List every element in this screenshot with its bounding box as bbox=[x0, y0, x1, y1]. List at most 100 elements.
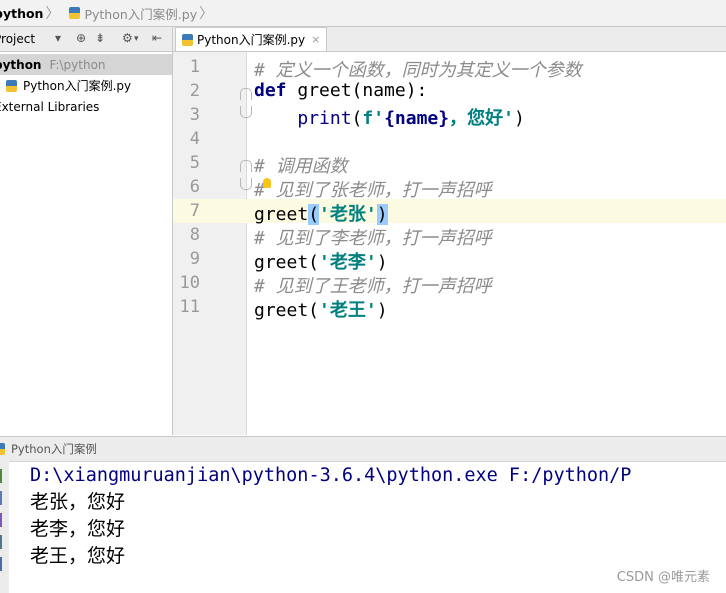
code-token: # 调用函数 bbox=[254, 156, 348, 177]
fold-marker-icon[interactable] bbox=[240, 160, 252, 172]
run-config-label[interactable]: Python入门案例 bbox=[11, 441, 97, 457]
chevron-right-icon: 〉 bbox=[199, 6, 214, 22]
gear-icon[interactable]: ⚙ bbox=[122, 31, 133, 45]
code-token: {name} bbox=[384, 108, 450, 129]
line-number: 8 bbox=[189, 225, 200, 245]
gear-dropdown-icon[interactable]: ▾ bbox=[134, 34, 139, 44]
code-token: '老李' bbox=[319, 252, 377, 273]
code-line[interactable]: 8 # 见到了李老师，打一声招呼 bbox=[173, 223, 726, 249]
editor-tab-bar: Python入门案例.py × bbox=[173, 27, 726, 52]
line-number: 1 bbox=[189, 57, 200, 77]
breadcrumb-item-file[interactable]: Python入门案例.py 〉 bbox=[69, 0, 223, 26]
code-text: def greet(name): bbox=[254, 80, 427, 101]
code-token: ，您好' bbox=[449, 108, 514, 129]
tab-python-file[interactable]: Python入门案例.py × bbox=[175, 27, 328, 51]
line-number: 6 bbox=[189, 177, 200, 197]
run-toolbar bbox=[0, 461, 9, 593]
fold-marker-icon[interactable] bbox=[240, 178, 252, 190]
tree-item-external-libraries[interactable]: External Libraries bbox=[0, 96, 172, 117]
code-line[interactable]: 7 greet('老张') bbox=[173, 199, 726, 225]
console-output-line: 老张，您好 bbox=[30, 491, 126, 513]
line-number: 9 bbox=[189, 249, 200, 269]
print-icon[interactable] bbox=[0, 535, 10, 549]
collapse-all-icon[interactable]: ⇟ bbox=[95, 31, 105, 45]
code-line[interactable]: 1 # 定义一个函数，同时为其定义一个参数 bbox=[173, 55, 726, 81]
code-text: greet('老王') bbox=[254, 296, 388, 322]
chevron-right-icon: 〉 bbox=[45, 6, 60, 22]
code-line[interactable]: 9 greet('老李') bbox=[173, 247, 726, 273]
code-token: # 见到了李老师，打一声招呼 bbox=[254, 228, 492, 249]
code-token: print bbox=[297, 108, 352, 129]
line-number: 11 bbox=[179, 297, 200, 317]
code-token: def bbox=[254, 80, 287, 101]
code-line[interactable]: 10 # 见到了王老师，打一声招呼 bbox=[173, 271, 726, 297]
run-tool-window-header: Python入门案例 bbox=[0, 436, 726, 462]
code-line[interactable]: 11 greet('老王') bbox=[173, 295, 726, 322]
code-token: '老王' bbox=[319, 300, 377, 321]
code-token: ( bbox=[351, 108, 363, 129]
code-token: '老张' bbox=[319, 204, 377, 225]
line-number: 2 bbox=[189, 81, 200, 101]
code-line[interactable]: 6 # 见到了张老师，打一声招呼 bbox=[173, 175, 726, 201]
breadcrumb-file-label: Python入门案例.py bbox=[84, 6, 198, 22]
project-root-path: F:\python bbox=[49, 57, 106, 72]
code-token: # 见到了张老师，打一声招呼 bbox=[254, 180, 492, 201]
tab-label: Python入门案例.py bbox=[197, 33, 306, 47]
code-token: ) bbox=[513, 108, 525, 129]
tree-external-label: External Libraries bbox=[0, 99, 100, 114]
console-output-line: 老李，您好 bbox=[30, 518, 126, 540]
line-number: 10 bbox=[179, 273, 200, 293]
code-token: ( bbox=[308, 204, 320, 225]
code-line[interactable]: 5 # 调用函数 bbox=[173, 151, 726, 177]
tree-file-label: Python入门案例.py bbox=[23, 79, 132, 93]
rerun-icon[interactable] bbox=[0, 469, 10, 483]
code-token: # 见到了王老师，打一声招呼 bbox=[254, 276, 492, 297]
code-token: f' bbox=[362, 108, 385, 129]
breadcrumb-item-project[interactable]: python 〉 bbox=[0, 0, 69, 26]
code-token: greet( bbox=[254, 300, 320, 321]
fold-marker-icon[interactable] bbox=[240, 88, 252, 100]
tree-item-project-root[interactable]: python F:\python bbox=[0, 54, 172, 75]
project-tree: python F:\python Python入门案例.py External … bbox=[0, 52, 172, 117]
code-token: ) bbox=[376, 204, 388, 225]
breadcrumb-project-label: python bbox=[0, 5, 44, 21]
project-toolbar: Project ▾ ⊕ ⇟ ⚙ ▾ ⇤ bbox=[0, 27, 172, 52]
code-line[interactable]: 2 def greet(name): bbox=[173, 79, 726, 103]
close-icon[interactable]: × bbox=[311, 33, 320, 46]
code-editor: Python入门案例.py × 1 # 定义一个函数，同时为其定义一个参数 2 def… bbox=[173, 27, 726, 435]
locate-target-icon[interactable]: ⊕ bbox=[76, 31, 86, 45]
line-number: 7 bbox=[189, 201, 200, 221]
project-root-name: python bbox=[0, 57, 42, 72]
soft-wrap-icon[interactable] bbox=[0, 513, 10, 527]
code-token: greet bbox=[254, 204, 309, 225]
code-line[interactable]: 3 print(f'{name}，您好') bbox=[173, 103, 726, 129]
python-file-icon bbox=[182, 33, 193, 46]
line-number: 4 bbox=[189, 129, 200, 149]
line-number: 3 bbox=[189, 105, 200, 125]
code-token: greet(name): bbox=[286, 80, 428, 101]
project-tool-window: Project ▾ ⊕ ⇟ ⚙ ▾ ⇤ python F:\python Pyt… bbox=[0, 27, 173, 435]
code-token: ) bbox=[376, 300, 388, 321]
lightbulb-icon[interactable] bbox=[263, 178, 271, 188]
code-token: ) bbox=[376, 252, 388, 273]
dropdown-arrow-icon[interactable]: ▾ bbox=[55, 31, 61, 45]
trash-icon[interactable] bbox=[0, 557, 10, 571]
project-view-selector[interactable]: Project bbox=[0, 32, 35, 46]
code-token: # 定义一个函数，同时为其定义一个参数 bbox=[254, 60, 582, 81]
python-file-icon bbox=[0, 443, 5, 455]
watermark: CSDN @唯元素 bbox=[616, 570, 710, 585]
code-text-area[interactable]: 1 # 定义一个函数，同时为其定义一个参数 2 def greet(name): 3 p… bbox=[173, 52, 726, 435]
navigation-breadcrumb: python 〉 Python入门案例.py 〉 bbox=[0, 0, 726, 27]
hide-panel-icon[interactable]: ⇤ bbox=[152, 31, 162, 45]
code-line[interactable]: 4 bbox=[173, 127, 726, 151]
scroll-to-end-icon[interactable] bbox=[0, 491, 10, 505]
python-file-icon bbox=[6, 79, 17, 92]
line-number: 5 bbox=[189, 153, 200, 173]
fold-marker-icon[interactable] bbox=[240, 106, 252, 118]
run-console-output[interactable]: D:\xiangmuruanjian\python-3.6.4\python.e… bbox=[30, 462, 726, 570]
console-command-line: D:\xiangmuruanjian\python-3.6.4\python.e… bbox=[30, 465, 632, 486]
code-token: greet( bbox=[254, 252, 320, 273]
python-file-icon bbox=[69, 7, 81, 19]
tree-item-python-file[interactable]: Python入门案例.py bbox=[0, 75, 172, 96]
